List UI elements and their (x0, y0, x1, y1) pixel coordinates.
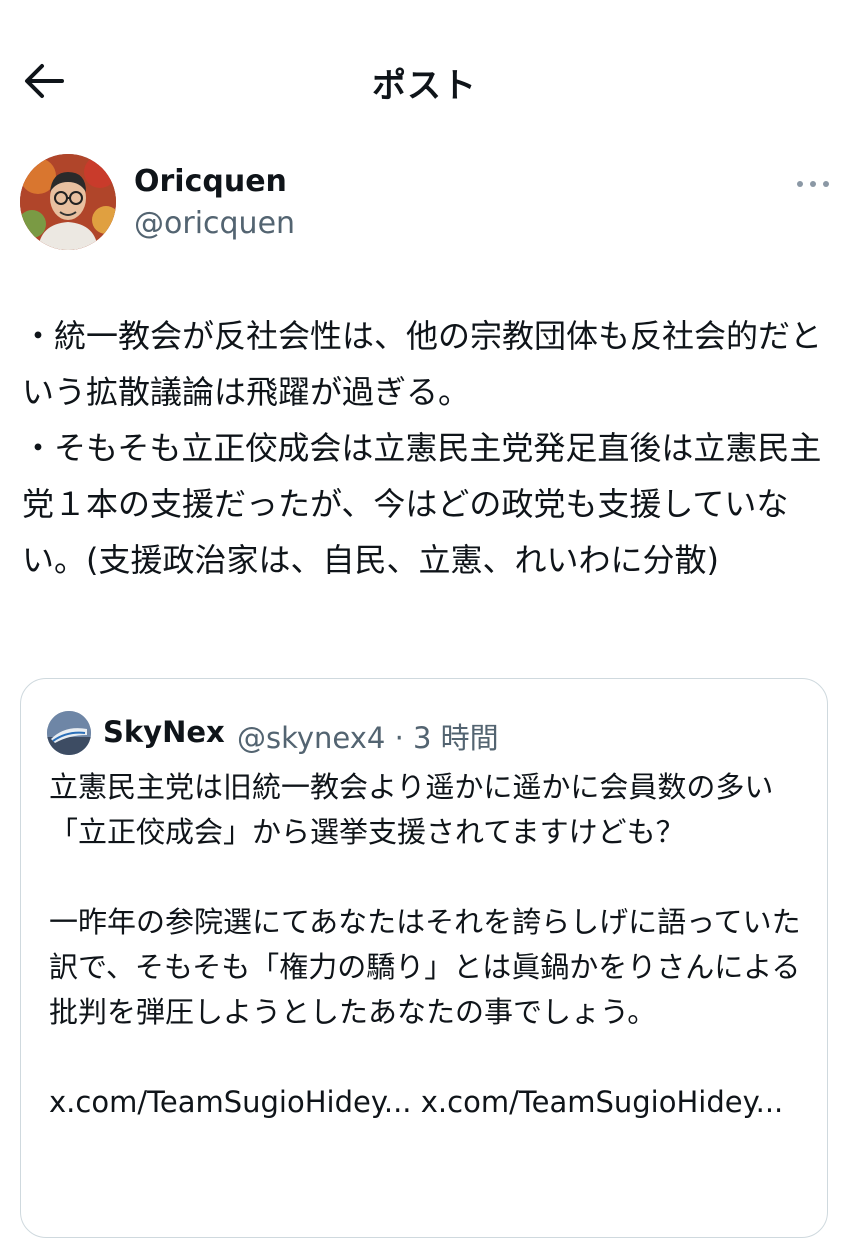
author-name[interactable]: Oricquen (134, 164, 287, 199)
more-horizontal-icon (797, 181, 829, 187)
quoted-text: 立憲民主党は旧統一教会より遥かに遥かに会員数の多い「立正佼成会」から選挙支援され… (49, 770, 801, 1119)
quoted-post[interactable]: SkyNex @skynex4 · 3 時間 立憲民主党は旧統一教会より遥かに遥… (20, 678, 828, 1238)
meta-separator: · (394, 721, 404, 755)
page-title: ポスト (372, 66, 477, 106)
quoted-meta: @skynex4 · 3 時間 (237, 715, 499, 757)
avatar-image (20, 154, 116, 250)
quoted-author-name[interactable]: SkyNex (103, 715, 225, 749)
quoted-time[interactable]: 3 時間 (413, 721, 499, 755)
post-text: ・統一教会が反社会性は、他の宗教団体も反社会的だという拡散議論は飛躍が過ぎる。 … (22, 317, 823, 579)
top-bar: ポスト (0, 0, 849, 160)
quoted-avatar-image (47, 711, 91, 755)
post-author: Oricquen @oricquen (20, 154, 830, 254)
author-handle[interactable]: @oricquen (134, 206, 295, 241)
quoted-avatar[interactable] (47, 711, 91, 755)
quoted-author-handle[interactable]: @skynex4 (237, 721, 385, 755)
quoted-post-header: SkyNex @skynex4 · 3 時間 (47, 711, 807, 755)
more-button[interactable] (795, 176, 831, 190)
avatar[interactable] (20, 154, 116, 250)
